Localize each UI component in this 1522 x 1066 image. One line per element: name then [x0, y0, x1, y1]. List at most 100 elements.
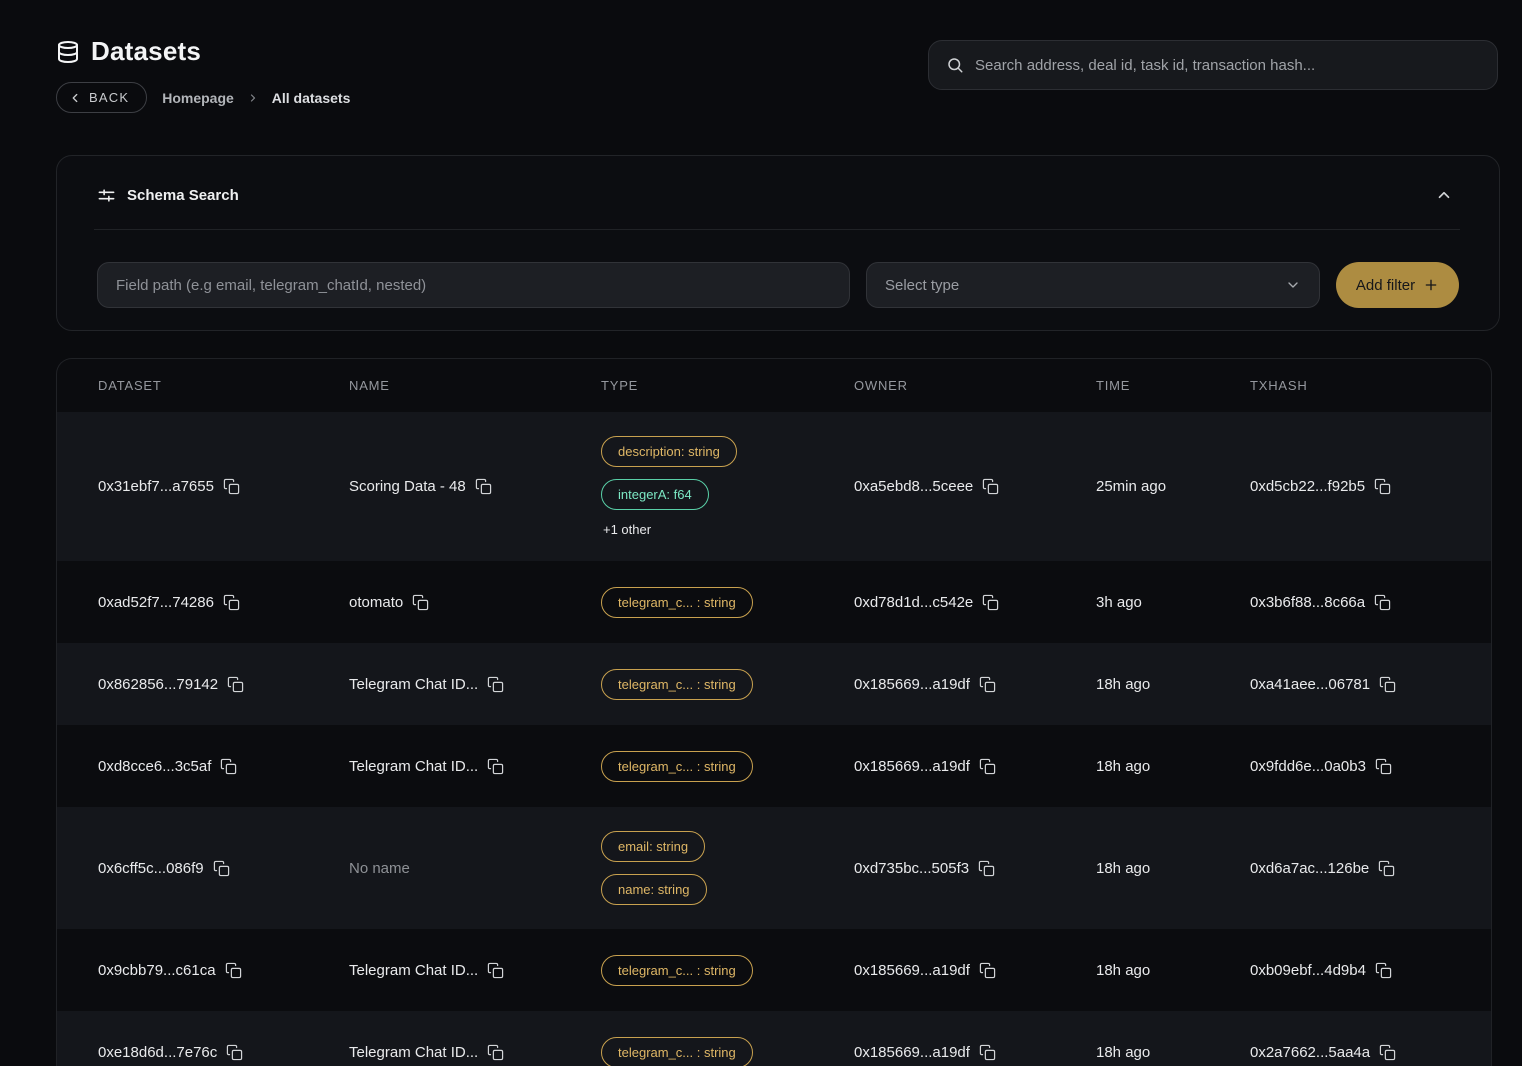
dataset-cell: 0xd8cce6...3c5af	[98, 758, 349, 775]
txhash-value: 0xd6a7ac...126be	[1250, 860, 1369, 877]
copy-icon[interactable]	[978, 860, 995, 877]
copy-icon[interactable]	[226, 1044, 243, 1061]
time-value: 18h ago	[1096, 962, 1150, 979]
time-cell: 18h ago	[1096, 676, 1250, 693]
owner-address: 0x185669...a19df	[854, 1044, 970, 1061]
copy-icon[interactable]	[213, 860, 230, 877]
txhash-value: 0xb09ebf...4d9b4	[1250, 962, 1366, 979]
copy-icon[interactable]	[979, 758, 996, 775]
time-value: 25min ago	[1096, 478, 1166, 495]
time-value: 18h ago	[1096, 758, 1150, 775]
copy-icon[interactable]	[487, 1044, 504, 1061]
copy-icon[interactable]	[223, 594, 240, 611]
name-cell: Telegram Chat ID...	[349, 676, 601, 693]
column-header-type: TYPE	[601, 378, 854, 393]
dataset-name: No name	[349, 860, 410, 877]
dataset-address: 0x6cff5c...086f9	[98, 860, 204, 877]
copy-icon[interactable]	[982, 478, 999, 495]
chevron-left-icon	[68, 91, 82, 105]
copy-icon[interactable]	[487, 758, 504, 775]
datasets-table: DATASET NAME TYPE OWNER TIME TXHASH 0x31…	[56, 358, 1492, 1066]
type-select[interactable]: Select type	[866, 262, 1320, 308]
copy-icon[interactable]	[979, 676, 996, 693]
back-button[interactable]: BACK	[56, 82, 147, 113]
type-badge: telegram_c... : string	[601, 751, 753, 782]
type-cell: telegram_c... : string	[601, 645, 854, 724]
owner-cell: 0xd78d1d...c542e	[854, 594, 1096, 611]
copy-icon[interactable]	[1374, 594, 1391, 611]
copy-icon[interactable]	[1375, 962, 1392, 979]
plus-icon	[1423, 277, 1439, 293]
owner-address: 0x185669...a19df	[854, 676, 970, 693]
copy-icon[interactable]	[1379, 1044, 1396, 1061]
owner-address: 0x185669...a19df	[854, 758, 970, 775]
owner-cell: 0xd735bc...505f3	[854, 860, 1096, 877]
copy-icon[interactable]	[475, 478, 492, 495]
column-header-name: NAME	[349, 378, 601, 393]
type-cell: telegram_c... : string	[601, 727, 854, 806]
copy-icon[interactable]	[223, 478, 240, 495]
dataset-address: 0x31ebf7...a7655	[98, 478, 214, 495]
copy-icon[interactable]	[1375, 758, 1392, 775]
copy-icon[interactable]	[1378, 860, 1395, 877]
owner-cell: 0x185669...a19df	[854, 962, 1096, 979]
dataset-name: Telegram Chat ID...	[349, 1044, 478, 1061]
copy-icon[interactable]	[1379, 676, 1396, 693]
owner-address: 0xd735bc...505f3	[854, 860, 969, 877]
txhash-value: 0x2a7662...5aa4a	[1250, 1044, 1370, 1061]
name-cell: No name	[349, 860, 601, 877]
database-icon	[56, 40, 80, 64]
txhash-value: 0xa41aee...06781	[1250, 676, 1370, 693]
copy-icon[interactable]	[225, 962, 242, 979]
time-cell: 18h ago	[1096, 962, 1250, 979]
breadcrumb-homepage[interactable]: Homepage	[162, 90, 234, 106]
copy-icon[interactable]	[227, 676, 244, 693]
dataset-cell: 0xad52f7...74286	[98, 594, 349, 611]
owner-cell: 0xa5ebd8...5ceee	[854, 478, 1096, 495]
txhash-cell: 0x3b6f88...8c66a	[1250, 594, 1491, 611]
table-row[interactable]: 0x6cff5c...086f9 No name email: stringna…	[57, 807, 1491, 929]
table-header: DATASET NAME TYPE OWNER TIME TXHASH	[57, 359, 1491, 412]
table-row[interactable]: 0xad52f7...74286 otomato telegram_c... :…	[57, 561, 1491, 643]
dataset-name: otomato	[349, 594, 403, 611]
dataset-address: 0xad52f7...74286	[98, 594, 214, 611]
txhash-value: 0x9fdd6e...0a0b3	[1250, 758, 1366, 775]
type-badge: telegram_c... : string	[601, 587, 753, 618]
name-cell: Telegram Chat ID...	[349, 1044, 601, 1061]
txhash-value: 0x3b6f88...8c66a	[1250, 594, 1365, 611]
txhash-cell: 0x2a7662...5aa4a	[1250, 1044, 1491, 1061]
field-path-input[interactable]	[97, 262, 850, 308]
add-filter-button[interactable]: Add filter	[1336, 262, 1459, 308]
table-row[interactable]: 0xd8cce6...3c5af Telegram Chat ID... tel…	[57, 725, 1491, 807]
table-row[interactable]: 0x31ebf7...a7655 Scoring Data - 48 descr…	[57, 412, 1491, 561]
more-types-label: +1 other	[601, 522, 651, 537]
dataset-name: Telegram Chat ID...	[349, 962, 478, 979]
copy-icon[interactable]	[979, 1044, 996, 1061]
copy-icon[interactable]	[487, 962, 504, 979]
copy-icon[interactable]	[220, 758, 237, 775]
dataset-name: Telegram Chat ID...	[349, 758, 478, 775]
back-label: BACK	[89, 90, 129, 105]
copy-icon[interactable]	[1374, 478, 1391, 495]
txhash-cell: 0xd6a7ac...126be	[1250, 860, 1491, 877]
owner-cell: 0x185669...a19df	[854, 676, 1096, 693]
chevron-right-icon	[247, 92, 259, 104]
time-cell: 25min ago	[1096, 478, 1250, 495]
copy-icon[interactable]	[487, 676, 504, 693]
dataset-address: 0x862856...79142	[98, 676, 218, 693]
dataset-address: 0xd8cce6...3c5af	[98, 758, 211, 775]
search-input[interactable]	[975, 57, 1480, 74]
table-row[interactable]: 0x862856...79142 Telegram Chat ID... tel…	[57, 643, 1491, 725]
txhash-cell: 0xd5cb22...f92b5	[1250, 478, 1491, 495]
copy-icon[interactable]	[412, 594, 429, 611]
dataset-name: Scoring Data - 48	[349, 478, 466, 495]
column-header-owner: OWNER	[854, 378, 1096, 393]
table-row[interactable]: 0xe18d6d...7e76c Telegram Chat ID... tel…	[57, 1011, 1491, 1066]
copy-icon[interactable]	[979, 962, 996, 979]
collapse-panel-button[interactable]	[1433, 184, 1455, 206]
column-header-time: TIME	[1096, 378, 1250, 393]
type-cell: telegram_c... : string	[601, 1013, 854, 1066]
table-row[interactable]: 0x9cbb79...c61ca Telegram Chat ID... tel…	[57, 929, 1491, 1011]
copy-icon[interactable]	[982, 594, 999, 611]
chevron-up-icon	[1435, 186, 1453, 204]
